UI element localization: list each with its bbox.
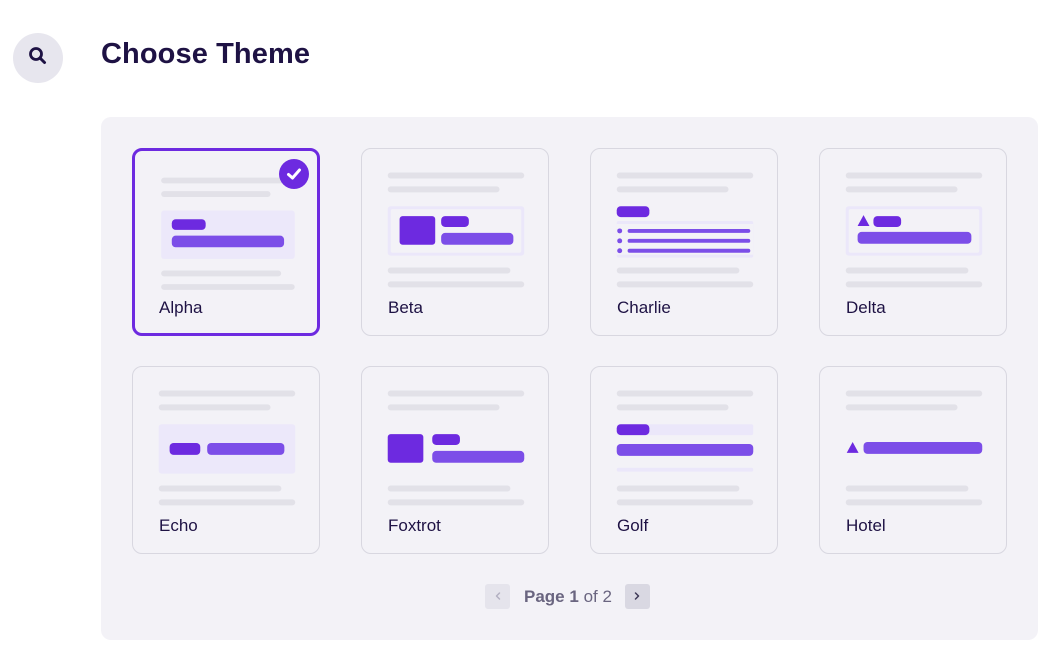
theme-label: Charlie [617,298,671,317]
search-button[interactable] [13,33,63,83]
current-page: 1 [569,586,579,606]
theme-card-echo[interactable]: Echo [132,366,320,554]
search-icon [28,46,48,71]
theme-card-alpha[interactable]: Alpha [132,148,320,336]
theme-preview-beta [387,172,525,288]
theme-label: Golf [617,516,649,535]
theme-card-beta[interactable]: Beta [361,148,549,336]
theme-preview-delta [845,172,983,288]
theme-card-delta[interactable]: Delta [819,148,1007,336]
theme-preview-foxtrot [387,390,525,506]
theme-label: Echo [159,516,198,535]
prev-page-button[interactable] [485,584,510,609]
next-page-button[interactable] [624,584,650,609]
theme-preview-golf [616,390,754,506]
theme-card-foxtrot[interactable]: Foxtrot [361,366,549,554]
selected-check-icon [279,159,309,189]
theme-card-charlie[interactable]: Charlie [590,148,778,336]
page-indicator: Page 1 of 2 [524,587,612,607]
page-word: Page [524,586,565,606]
theme-label: Foxtrot [388,516,441,535]
theme-panel: Alpha Beta Charlie Delta Echo Foxtrot Go… [101,117,1038,640]
theme-label: Hotel [846,516,886,535]
theme-card-golf[interactable]: Golf [590,366,778,554]
theme-preview-hotel [845,390,983,506]
total-pages: 2 [602,586,612,606]
theme-preview-charlie [616,172,754,288]
of-word: of [583,586,598,606]
chevron-left-icon [493,588,503,606]
page-title: Choose Theme [101,38,311,70]
theme-label: Beta [388,298,423,317]
chevron-right-icon [632,588,642,606]
theme-preview-echo [158,390,296,506]
pagination: Page 1 of 2 [485,584,650,609]
theme-card-hotel[interactable]: Hotel [819,366,1007,554]
theme-label: Delta [846,298,886,317]
theme-label: Alpha [159,298,203,317]
